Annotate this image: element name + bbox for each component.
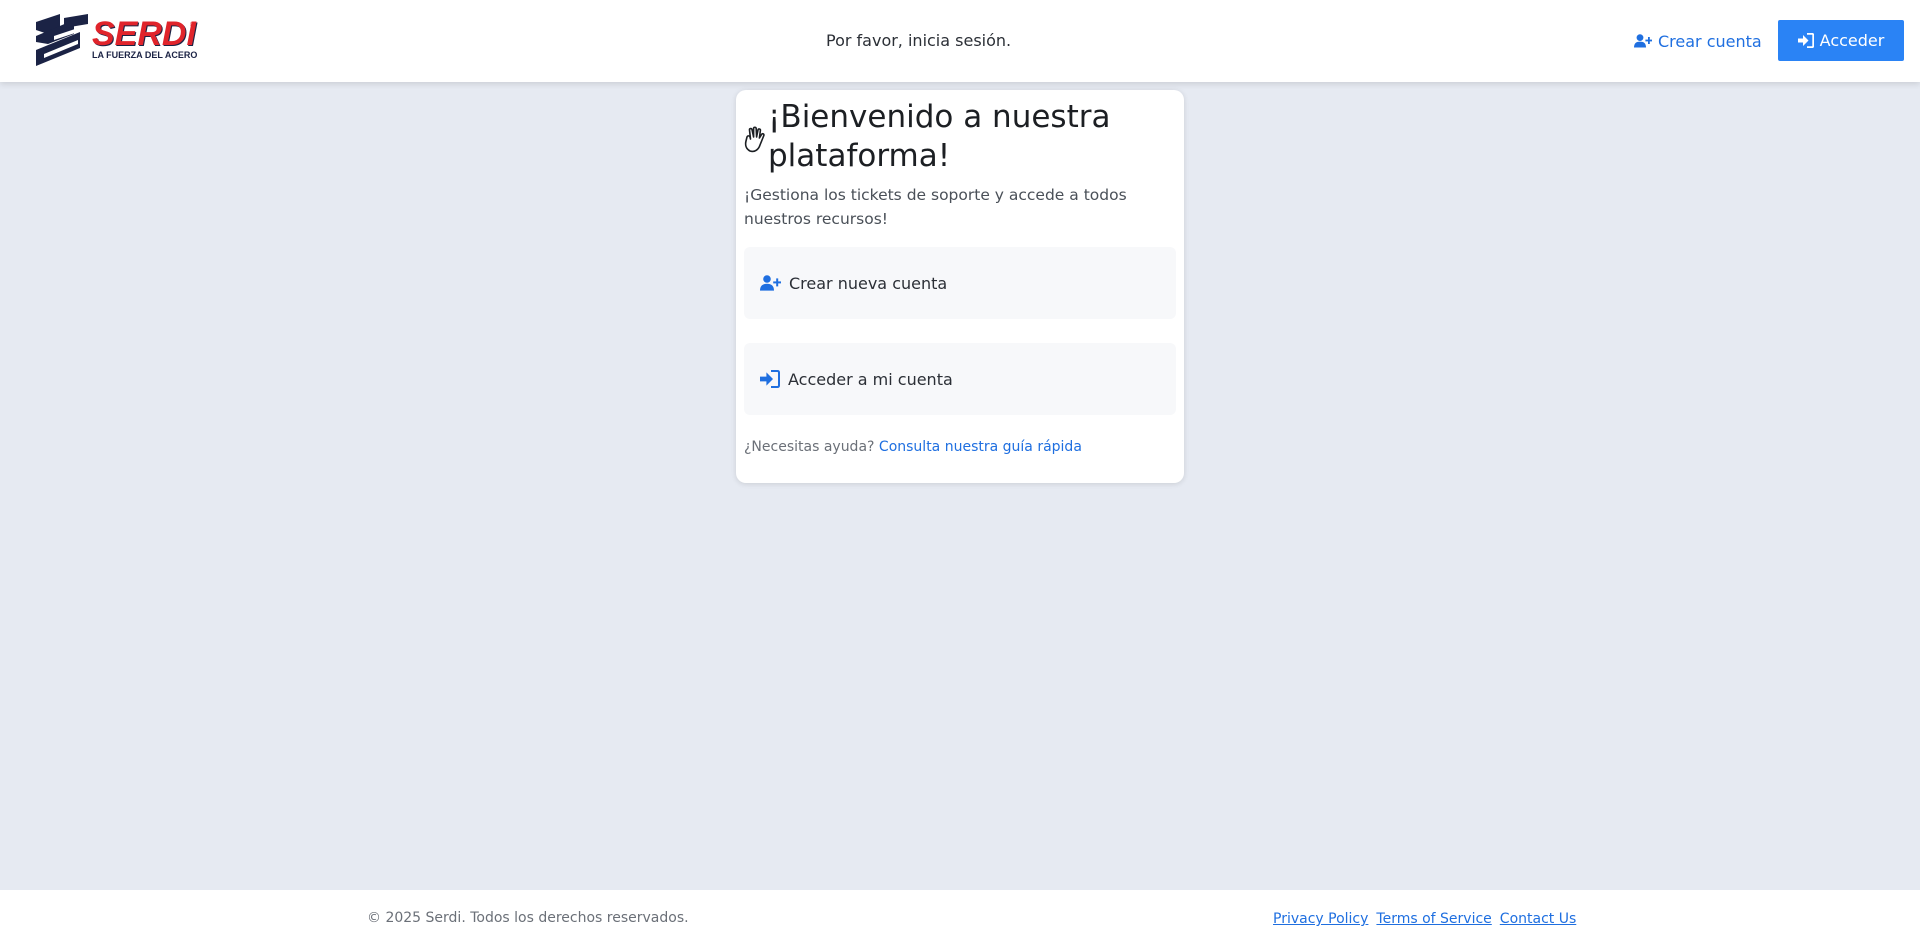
serdi-logo[interactable]: SERDI ® LA FUERZA DEL ACERO (34, 14, 198, 68)
serdi-emblem-icon (36, 14, 88, 66)
create-new-account-label: Crear nueva cuenta (789, 273, 948, 293)
login-button[interactable]: Acceder (1778, 20, 1904, 61)
user-plus-icon (760, 275, 781, 291)
welcome-heading: ¡Bienvenido a nuestra plataforma! (768, 99, 1111, 174)
welcome-card: ¡Bienvenido a nuestra plataforma! ¡Gesti… (736, 90, 1184, 483)
terms-of-service-link[interactable]: Terms of Service (1376, 911, 1491, 927)
hand-wave-icon (744, 126, 765, 153)
privacy-policy-link[interactable]: Privacy Policy (1273, 911, 1368, 927)
access-my-account-option[interactable]: Acceder a mi cuenta (744, 343, 1176, 415)
contact-us-link[interactable]: Contact Us (1500, 911, 1576, 927)
help-text: ¿Necesitas ayuda? (744, 439, 875, 455)
access-my-account-label: Acceder a mi cuenta (788, 369, 953, 389)
user-plus-icon (1634, 34, 1652, 48)
top-navbar: SERDI ® LA FUERZA DEL ACERO Por favor, i… (0, 0, 1920, 82)
sign-in-icon (760, 370, 780, 388)
sign-in-icon (1797, 33, 1814, 48)
create-account-label: Crear cuenta (1658, 31, 1762, 51)
logo-wordmark: SERDI (92, 15, 196, 53)
footer-links: Privacy Policy Terms of Service Contact … (1273, 911, 1576, 927)
quick-guide-link[interactable]: Consulta nuestra guía rápida (879, 439, 1082, 455)
login-button-label: Acceder (1819, 31, 1885, 50)
logo-registered-mark: ® (190, 22, 196, 29)
welcome-subtitle: ¡Gestiona los tickets de soporte y acced… (744, 186, 1127, 228)
create-account-link[interactable]: Crear cuenta (1634, 29, 1762, 53)
logo-tagline: LA FUERZA DEL ACERO (92, 50, 198, 60)
header-login-prompt: Por favor, inicia sesión. (826, 31, 1012, 50)
create-new-account-option[interactable]: Crear nueva cuenta (744, 247, 1176, 319)
page-footer: © 2025 Serdi. Todos los derechos reserva… (0, 890, 1920, 929)
help-line: ¿Necesitas ayuda? Consulta nuestra guía … (744, 439, 1082, 455)
copyright-text: © 2025 Serdi. Todos los derechos reserva… (367, 910, 689, 926)
